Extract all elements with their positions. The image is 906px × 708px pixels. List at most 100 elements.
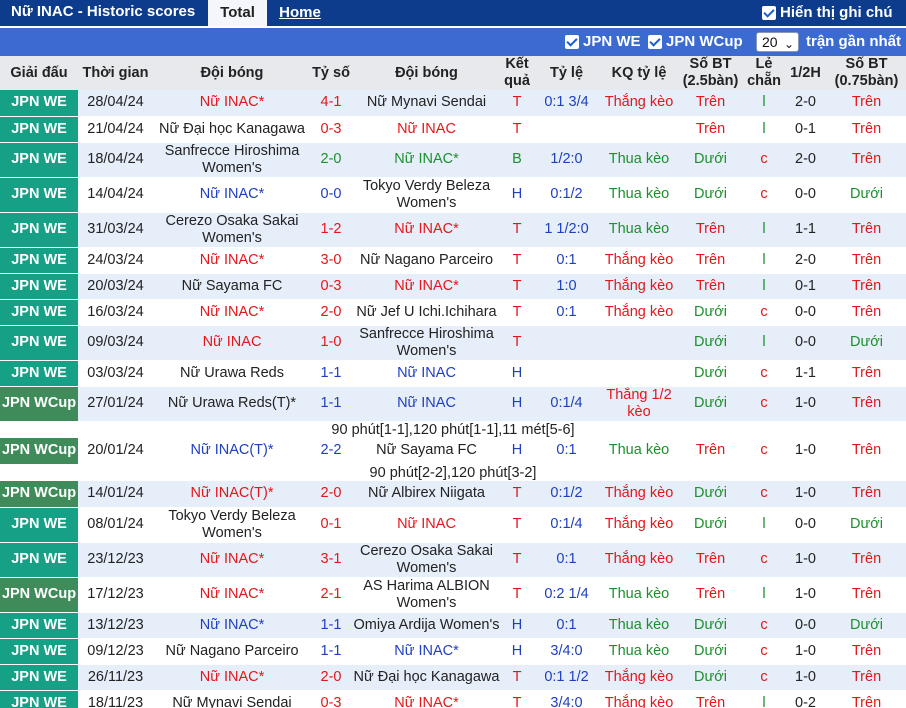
score-cell: 1-1 (311, 386, 351, 422)
home-team-cell[interactable]: Nữ INAC* (153, 177, 311, 213)
date-cell: 21/04/24 (78, 116, 153, 143)
home-team-cell[interactable]: Nữ Đại học Kanagawa (153, 116, 311, 143)
home-team-cell[interactable]: Nữ INAC* (153, 612, 311, 639)
away-team-cell[interactable]: Nữ Mynavi Sendai (351, 90, 502, 117)
away-team-cell[interactable]: Omiya Ardija Women's (351, 612, 502, 639)
tab-home[interactable]: Home (267, 0, 333, 26)
home-team-cell[interactable]: Nữ INAC(T)* (153, 438, 311, 465)
away-team-cell[interactable]: Nữ INAC (351, 116, 502, 143)
score-cell: 1-1 (311, 360, 351, 387)
league-cell[interactable]: JPN WE (0, 507, 78, 543)
home-team-cell[interactable]: Tokyo Verdy Beleza Women's (153, 507, 311, 543)
odd-even-cell: c (744, 481, 784, 508)
league-cell[interactable]: JPN WE (0, 612, 78, 639)
league-cell[interactable]: JPN WE (0, 247, 78, 274)
away-team-cell[interactable]: Nữ Albirex Niigata (351, 481, 502, 508)
away-team-cell[interactable]: AS Harima ALBION Women's (351, 577, 502, 613)
home-team-cell[interactable]: Nữ Mynavi Sendai (153, 690, 311, 708)
table-row: JPN WCup 17/12/23 Nữ INAC* 2-1 AS Harima ALB… (0, 577, 906, 613)
home-team-cell[interactable]: Nữ INAC* (153, 542, 311, 578)
checkbox-checked-icon[interactable] (762, 5, 776, 20)
table-row: JPN WE 09/03/24 Nữ INAC 1-0 Sanfrecce Hirosh… (0, 325, 906, 361)
date-cell: 08/01/24 (78, 507, 153, 543)
date-cell: 09/03/24 (78, 325, 153, 361)
away-team-cell[interactable]: Nữ Sayama FC (351, 438, 502, 465)
ou075-cell: Trên (827, 142, 906, 178)
ou075-cell: Trên (827, 481, 906, 508)
home-team-cell[interactable]: Nữ INAC* (153, 299, 311, 326)
league-cell[interactable]: JPN WE (0, 273, 78, 300)
checkbox-checked-icon[interactable] (565, 34, 579, 49)
away-team-cell[interactable]: Nữ INAC* (351, 212, 502, 248)
home-team-cell[interactable]: Nữ INAC* (153, 90, 311, 117)
league-cell[interactable]: JPN WE (0, 90, 78, 117)
odd-even-cell: c (744, 299, 784, 326)
league-cell[interactable]: JPN WCup (0, 386, 78, 422)
filter-jpn-we[interactable]: JPN WE (565, 33, 641, 50)
odds-cell: 0:1 (532, 438, 601, 465)
league-cell[interactable]: JPN WE (0, 664, 78, 691)
col-ou-075: Số BT (0.75bàn) (827, 56, 906, 90)
date-cell: 23/12/23 (78, 542, 153, 578)
tab-total[interactable]: Total (208, 0, 267, 26)
top-bar: Nữ INAC - Historic scores Total Home Hiể… (0, 0, 906, 26)
score-cell: 2-0 (311, 664, 351, 691)
show-notes-toggle[interactable]: Hiển thị ghi chú (762, 4, 893, 21)
league-cell[interactable]: JPN WE (0, 299, 78, 326)
away-team-cell[interactable]: Cerezo Osaka Sakai Women's (351, 542, 502, 578)
league-cell[interactable]: JPN WE (0, 360, 78, 387)
ou25-cell: Dưới (677, 507, 744, 543)
home-team-cell[interactable]: Nữ INAC (153, 325, 311, 361)
ou075-cell: Trên (827, 247, 906, 274)
league-cell[interactable]: JPN WCup (0, 577, 78, 613)
away-team-cell[interactable]: Nữ INAC* (351, 690, 502, 708)
league-cell[interactable]: JPN WE (0, 325, 78, 361)
away-team-cell[interactable]: Nữ INAC (351, 507, 502, 543)
away-team-cell[interactable]: Nữ Jef U Ichi.Ichihara (351, 299, 502, 326)
league-cell[interactable]: JPN WCup (0, 481, 78, 508)
away-team-cell[interactable]: Nữ INAC (351, 360, 502, 387)
home-team-cell[interactable]: Nữ Nagano Parceiro (153, 638, 311, 665)
league-cell[interactable]: JPN WE (0, 116, 78, 143)
home-team-cell[interactable]: Sanfrecce Hiroshima Women's (153, 142, 311, 178)
away-team-cell[interactable]: Nữ Đại học Kanagawa (351, 664, 502, 691)
odds-result-cell (601, 116, 677, 143)
away-team-cell[interactable]: Nữ INAC* (351, 142, 502, 178)
league-cell[interactable]: JPN WCup (0, 438, 78, 465)
odds-result-cell: Thắng kèo (601, 273, 677, 300)
col-odds-result: KQ tỷ lệ (601, 56, 677, 90)
away-team-cell[interactable]: Tokyo Verdy Beleza Women's (351, 177, 502, 213)
col-home-team: Đội bóng (153, 56, 311, 90)
home-team-cell[interactable]: Nữ Sayama FC (153, 273, 311, 300)
league-cell[interactable]: JPN WE (0, 638, 78, 665)
table-row: JPN WE 13/12/23 Nữ INAC* 1-1 Omiya Ardija Wo… (0, 612, 906, 639)
match-count-label: trận gần nhất (806, 33, 902, 50)
league-cell[interactable]: JPN WE (0, 690, 78, 708)
filter-bar: JPN WE JPN WCup 20 ⌄ trận gần nhất (0, 28, 906, 56)
away-team-cell[interactable]: Nữ INAC (351, 386, 502, 422)
table-row: JPN WCup 27/01/24 Nữ Urawa Reds(T)* 1-1 Nữ I… (0, 386, 906, 422)
home-team-cell[interactable]: Nữ INAC* (153, 577, 311, 613)
league-cell[interactable]: JPN WE (0, 177, 78, 213)
away-team-cell[interactable]: Nữ Nagano Parceiro (351, 247, 502, 274)
home-team-cell[interactable]: Nữ Urawa Reds(T)* (153, 386, 311, 422)
checkbox-checked-icon[interactable] (648, 34, 662, 49)
away-team-cell[interactable]: Sanfrecce Hiroshima Women's (351, 325, 502, 361)
league-cell[interactable]: JPN WE (0, 212, 78, 248)
home-team-cell[interactable]: Nữ Urawa Reds (153, 360, 311, 387)
match-count-select[interactable]: 20 ⌄ (756, 32, 799, 52)
home-team-cell[interactable]: Nữ INAC* (153, 247, 311, 274)
result-cell: T (502, 273, 532, 300)
away-team-cell[interactable]: Nữ INAC* (351, 638, 502, 665)
odds-result-cell: Thua kèo (601, 212, 677, 248)
col-odds: Tỷ lệ (532, 56, 601, 90)
filter-jpn-wcup[interactable]: JPN WCup (648, 33, 743, 50)
half-time-cell: 1-0 (784, 577, 827, 613)
away-team-cell[interactable]: Nữ INAC* (351, 273, 502, 300)
league-cell[interactable]: JPN WE (0, 542, 78, 578)
league-cell[interactable]: JPN WE (0, 142, 78, 178)
home-team-cell[interactable]: Nữ INAC(T)* (153, 481, 311, 508)
extra-time-note-row: 90 phút[2-2],120 phút[3-2] (0, 464, 906, 481)
home-team-cell[interactable]: Nữ INAC* (153, 664, 311, 691)
home-team-cell[interactable]: Cerezo Osaka Sakai Women's (153, 212, 311, 248)
